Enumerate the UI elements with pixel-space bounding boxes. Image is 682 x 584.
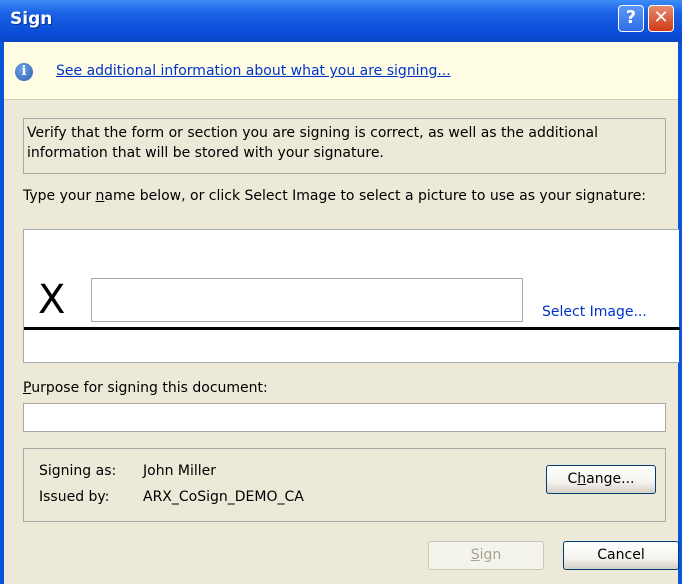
sign-button[interactable]: Sign [428,541,544,570]
select-image-link[interactable]: Select Image... [542,304,647,320]
sign-dialog: Sign ? ✕ i See additional information ab… [0,0,682,584]
dialog-client: i See additional information about what … [4,42,680,584]
help-button[interactable]: ? [618,5,644,32]
close-button[interactable]: ✕ [648,5,674,32]
signing-as-label: Signing as: [39,463,117,479]
issued-by-label: Issued by: [39,489,110,505]
info-icon: i [15,63,33,81]
dialog-title: Sign [10,9,53,29]
purpose-label: Purpose for signing this document: [23,380,268,396]
issued-by-value: ARX_CoSign_DEMO_CA [143,489,304,505]
change-button[interactable]: Change... [546,465,656,494]
cancel-button[interactable]: Cancel [563,541,679,570]
signing-as-value: John Miller [143,463,217,479]
signature-line [24,327,680,330]
signature-instructions: Type your name below, or click Select Im… [23,188,647,204]
signature-area: X Select Image... [23,229,680,363]
dialog-body: Verify that the form or section you are … [4,100,680,584]
verify-message: Verify that the form or section you are … [23,118,666,174]
additional-info-link[interactable]: See additional information about what yo… [56,63,451,79]
signature-name-input[interactable] [91,278,523,322]
purpose-input[interactable] [23,403,666,432]
signature-x-mark: X [38,277,66,323]
title-bar[interactable]: Sign ? ✕ [0,0,682,42]
info-bar: i See additional information about what … [4,42,678,100]
